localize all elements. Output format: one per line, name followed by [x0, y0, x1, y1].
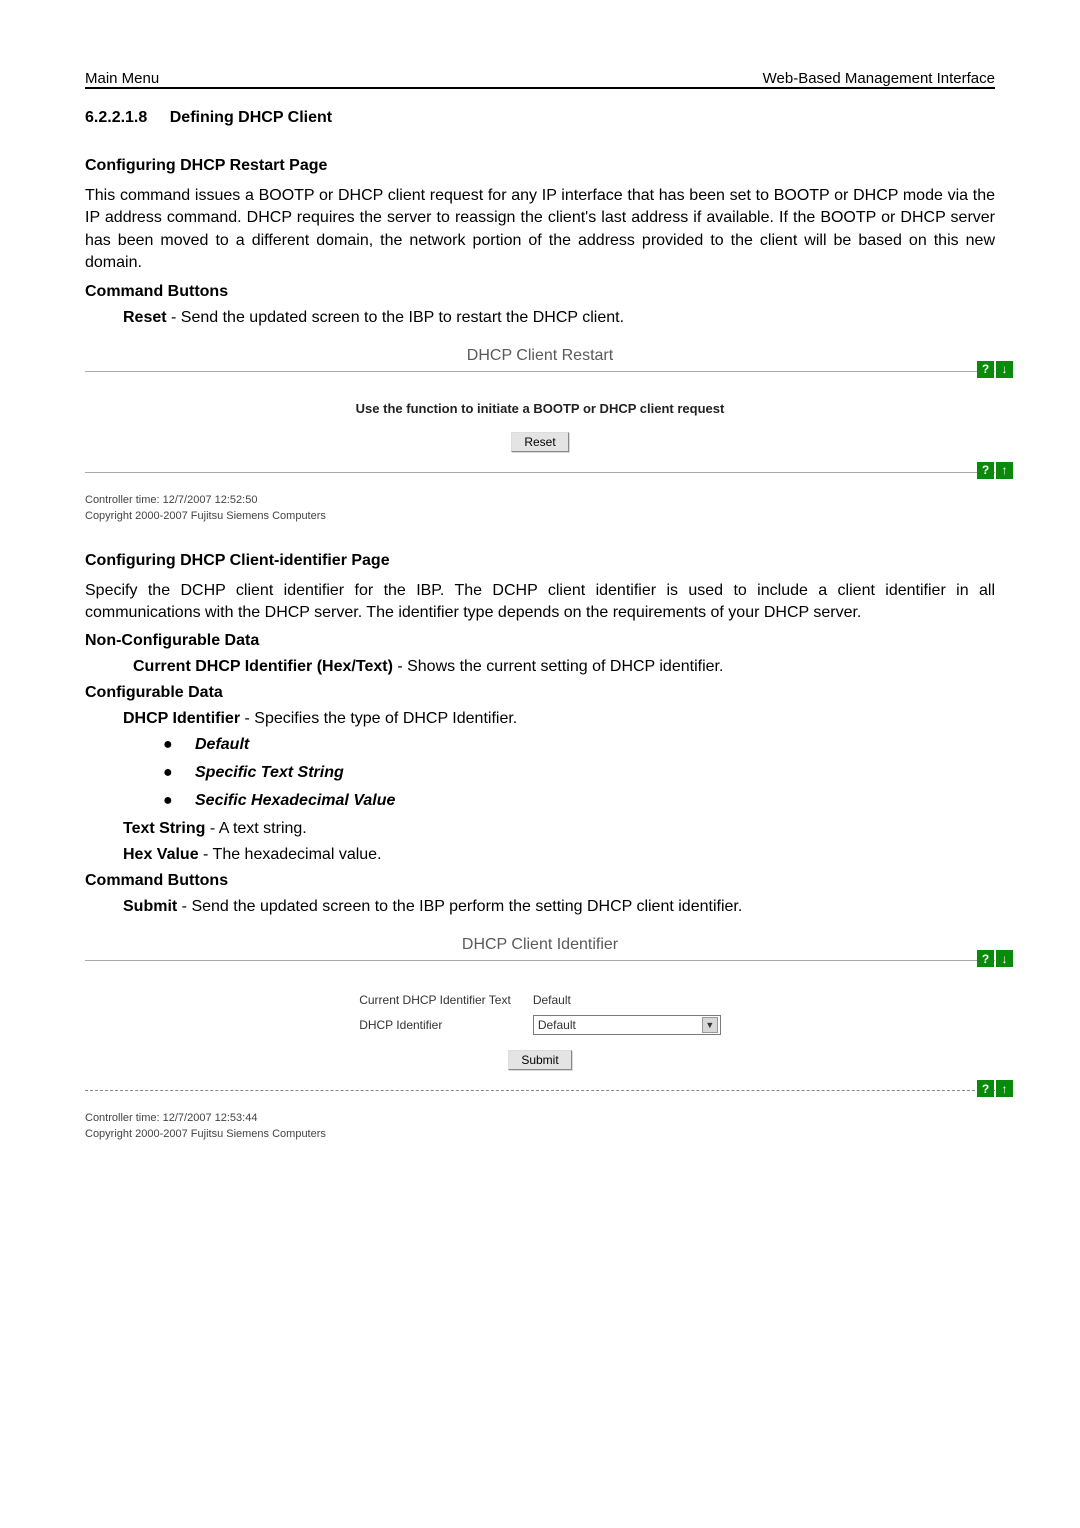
scroll-down-icon[interactable]: ↓	[996, 950, 1013, 967]
dhcp-identifier-select[interactable]: Default ▼	[533, 1015, 721, 1035]
header-right: Web-Based Management Interface	[763, 70, 995, 87]
option-hex-value: Secific Hexadecimal Value	[195, 792, 995, 810]
reset-button[interactable]: Reset	[511, 432, 568, 452]
chevron-down-icon: ▼	[702, 1017, 718, 1033]
reset-desc: Reset - Send the updated screen to the I…	[123, 309, 995, 327]
bottom-divider: ? ↑	[85, 472, 995, 490]
restart-shot-subtitle: Use the function to initiate a BOOTP or …	[85, 401, 995, 416]
restart-body: This command issues a BOOTP or DHCP clie…	[85, 185, 995, 275]
help-icon[interactable]: ?	[977, 950, 994, 967]
scroll-up-icon[interactable]: ↑	[996, 462, 1013, 479]
scroll-down-icon[interactable]: ↓	[996, 361, 1013, 378]
section-heading: Defining DHCP Client	[170, 109, 332, 126]
current-id-label: Current DHCP Identifier Text	[349, 990, 521, 1010]
restart-footer-copyright: Copyright 2000-2007 Fujitsu Siemens Comp…	[85, 510, 995, 522]
identifier-heading: Configuring DHCP Client-identifier Page	[85, 552, 995, 570]
current-id-value: Default	[523, 990, 731, 1010]
current-dhcp-desc: Current DHCP Identifier (Hex/Text) - Sho…	[133, 658, 995, 676]
dhcp-identifier-screenshot: DHCP Client Identifier ? ↓ Current DHCP …	[85, 936, 995, 1140]
hex-value-desc: Hex Value - The hexadecimal value.	[123, 846, 995, 864]
identifier-shot-title: DHCP Client Identifier	[85, 936, 995, 954]
configurable-label: Configurable Data	[85, 684, 995, 702]
command-buttons-label-2: Command Buttons	[85, 872, 995, 890]
dhcp-id-label: DHCP Identifier	[349, 1012, 521, 1038]
scroll-up-icon[interactable]: ↑	[996, 1080, 1013, 1097]
identifier-footer-copyright: Copyright 2000-2007 Fujitsu Siemens Comp…	[85, 1128, 995, 1140]
top-divider-2: ? ↓	[85, 960, 995, 978]
restart-footer-time: Controller time: 12/7/2007 12:52:50	[85, 494, 995, 506]
help-icon[interactable]: ?	[977, 462, 994, 479]
identifier-options: Default Specific Text String Secific Hex…	[195, 736, 995, 810]
page-header: Main Menu Web-Based Management Interface	[85, 70, 995, 89]
section-title: 6.2.2.1.8 Defining DHCP Client	[85, 109, 995, 127]
identifier-footer-time: Controller time: 12/7/2007 12:53:44	[85, 1112, 995, 1124]
dhcp-identifier-desc: DHCP Identifier - Specifies the type of …	[123, 710, 995, 728]
help-icon[interactable]: ?	[977, 1080, 994, 1097]
identifier-body: Specify the DCHP client identifier for t…	[85, 580, 995, 625]
restart-shot-title: DHCP Client Restart	[85, 347, 995, 365]
bottom-divider-2: ? ↑	[85, 1090, 995, 1108]
submit-button[interactable]: Submit	[508, 1050, 571, 1070]
option-text-string: Specific Text String	[195, 764, 995, 782]
identifier-form: Current DHCP Identifier Text Default DHC…	[347, 988, 733, 1040]
command-buttons-label-1: Command Buttons	[85, 283, 995, 301]
non-configurable-label: Non-Configurable Data	[85, 632, 995, 650]
dhcp-identifier-selected: Default	[538, 1018, 576, 1032]
top-divider: ? ↓	[85, 371, 995, 389]
option-default: Default	[195, 736, 995, 754]
text-string-desc: Text String - A text string.	[123, 820, 995, 838]
section-number: 6.2.2.1.8	[85, 109, 147, 127]
restart-heading: Configuring DHCP Restart Page	[85, 157, 995, 175]
help-icon[interactable]: ?	[977, 361, 994, 378]
submit-desc: Submit - Send the updated screen to the …	[123, 898, 995, 916]
header-left: Main Menu	[85, 70, 159, 87]
dhcp-restart-screenshot: DHCP Client Restart ? ↓ Use the function…	[85, 347, 995, 522]
